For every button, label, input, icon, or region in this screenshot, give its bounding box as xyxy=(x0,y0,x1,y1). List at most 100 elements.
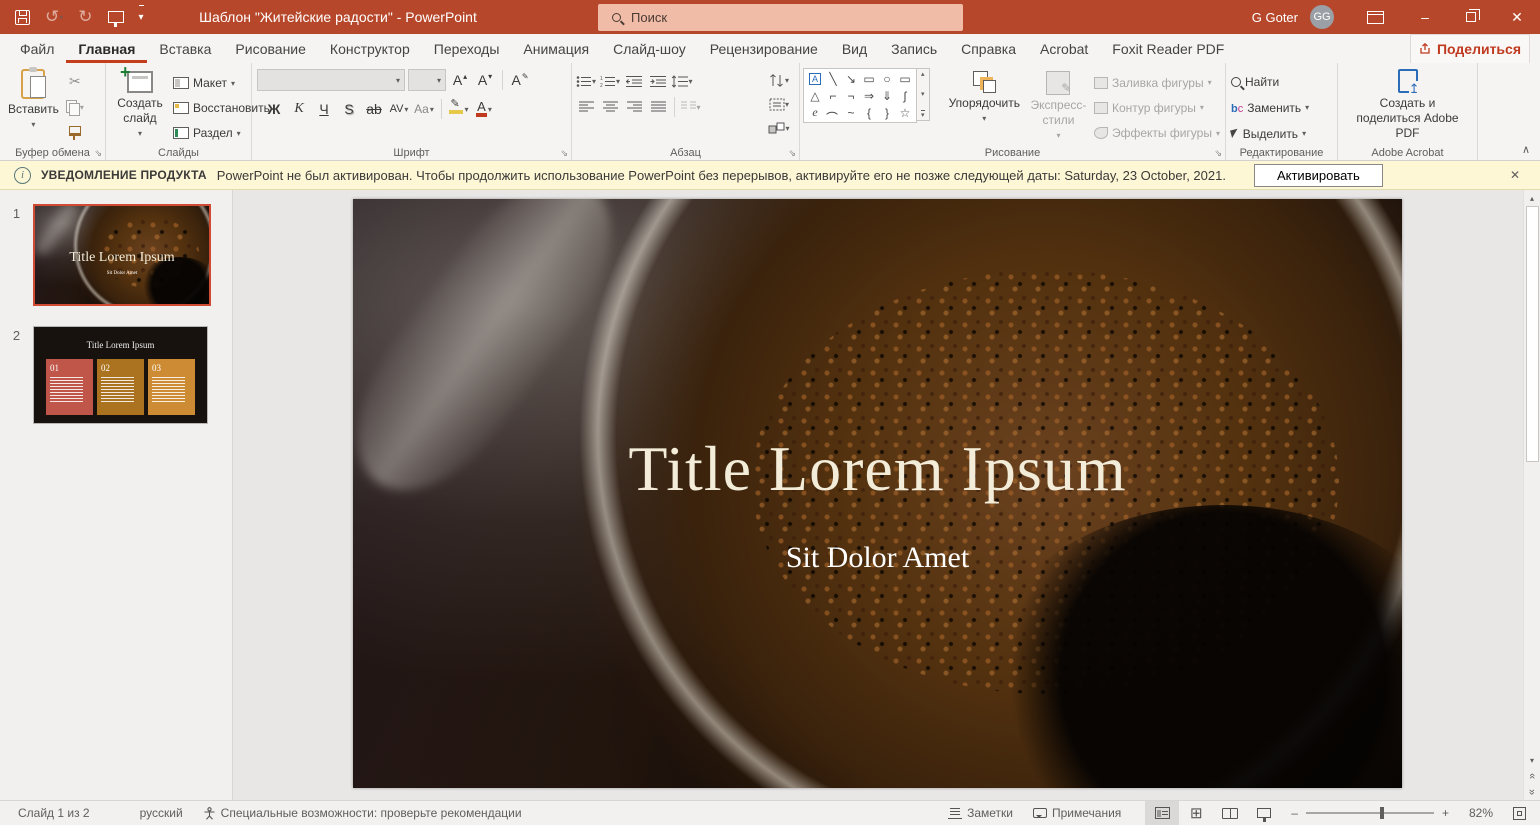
create-share-pdf-button[interactable]: Создать и поделиться Adobe PDF xyxy=(1343,66,1473,144)
quick-styles-button[interactable]: Экспресс-стили ▾ xyxy=(1025,66,1092,144)
slideshow-view-button[interactable] xyxy=(1247,801,1281,825)
minimize-button[interactable]: – xyxy=(1402,0,1448,34)
shrink-font-button[interactable]: A ▾ xyxy=(474,69,496,91)
account-name[interactable]: G Goter xyxy=(1252,10,1298,25)
shape-line[interactable]: ╲ xyxy=(824,70,842,87)
vertical-scrollbar[interactable]: ▴ ▾ « « xyxy=(1523,190,1540,800)
avatar[interactable]: GG xyxy=(1310,5,1334,29)
shape-brace-right[interactable]: } xyxy=(878,104,896,121)
scroll-up-icon[interactable]: ▴ xyxy=(1524,190,1540,206)
zoom-out-button[interactable]: – xyxy=(1281,801,1298,825)
start-slideshow-button[interactable] xyxy=(107,5,124,29)
slide-sorter-view-button[interactable]: ⊞ xyxy=(1179,801,1213,825)
find-button[interactable]: Найти xyxy=(1229,71,1311,92)
search-box[interactable]: Поиск xyxy=(598,4,963,31)
align-left-button[interactable] xyxy=(575,97,597,117)
caret-up-icon[interactable]: ▴ xyxy=(921,70,925,78)
language-indicator[interactable]: русский xyxy=(130,801,193,825)
shape-outline-button[interactable]: Контур фигуры ▾ xyxy=(1092,97,1222,118)
strikethrough-button[interactable]: ab xyxy=(363,98,385,120)
font-name-combobox[interactable]: ▾ xyxy=(257,69,405,91)
tab-foxit[interactable]: Foxit Reader PDF xyxy=(1100,34,1236,63)
scrollbar-thumb[interactable] xyxy=(1525,206,1539,462)
justify-button[interactable] xyxy=(647,97,669,117)
shape-freeform[interactable]: ʃ xyxy=(896,87,914,104)
slide-subtitle[interactable]: Sit Dolor Amet xyxy=(353,541,1402,575)
close-notice-icon[interactable]: ✕ xyxy=(1510,168,1526,182)
align-right-button[interactable] xyxy=(623,97,645,117)
tab-draw[interactable]: Рисование xyxy=(223,34,318,63)
drawing-dialog-launcher[interactable]: ⇘ xyxy=(1214,148,1222,159)
grow-font-button[interactable]: A ▴ xyxy=(449,69,471,91)
notes-button[interactable]: Заметки xyxy=(938,801,1023,825)
previous-slide-button[interactable]: « xyxy=(1524,768,1540,784)
font-color-button[interactable]: A ▾ xyxy=(473,98,495,120)
tab-slideshow[interactable]: Слайд-шоу xyxy=(601,34,698,63)
shapes-gallery[interactable]: A ╲ ↘ ▭ ○ ▭ △ ⌐ ¬ ⇒ ⇓ ʃ e ( ~ { } ☆ xyxy=(803,68,917,123)
clear-formatting-button[interactable]: A ✎ xyxy=(509,69,531,91)
zoom-slider-thumb[interactable] xyxy=(1380,807,1385,819)
fit-to-window-button[interactable] xyxy=(1503,801,1540,825)
format-painter-button[interactable] xyxy=(64,122,86,144)
redo-button[interactable]: ↻ xyxy=(78,5,92,29)
slide-1-thumbnail[interactable]: Title Lorem Ipsum Sit Dolor Amet xyxy=(33,204,211,306)
replace-button[interactable]: bc Заменить ▾ xyxy=(1229,97,1311,118)
shape-elbow-arrow[interactable]: ¬ xyxy=(842,87,860,104)
cut-button[interactable]: ✂ xyxy=(64,70,86,92)
ribbon-display-options-button[interactable] xyxy=(1356,0,1402,34)
shape-triangle[interactable]: △ xyxy=(806,87,824,104)
zoom-level[interactable]: 82% xyxy=(1459,801,1503,825)
tab-design[interactable]: Конструктор xyxy=(318,34,422,63)
zoom-in-button[interactable]: + xyxy=(1442,801,1459,825)
tab-review[interactable]: Рецензирование xyxy=(698,34,830,63)
reading-view-button[interactable] xyxy=(1213,801,1247,825)
tab-record[interactable]: Запись xyxy=(879,34,949,63)
tab-home[interactable]: Главная xyxy=(66,34,147,63)
shape-arrow-right[interactable]: ⇒ xyxy=(860,87,878,104)
new-slide-button[interactable]: Создать слайд ▾ xyxy=(109,61,171,144)
shape-elbow-connector[interactable]: ⌐ xyxy=(824,87,842,104)
text-shadow-button[interactable]: S xyxy=(338,98,360,120)
shape-text-box[interactable]: A xyxy=(809,72,821,85)
shape-rounded-rectangle[interactable]: ▭ xyxy=(896,70,914,87)
tab-file[interactable]: Файл xyxy=(8,34,66,63)
font-dialog-launcher[interactable]: ⇘ xyxy=(560,148,568,159)
tab-insert[interactable]: Вставка xyxy=(147,34,223,63)
shape-star[interactable]: ☆ xyxy=(896,104,914,121)
change-case-button[interactable]: Aa ▾ xyxy=(413,98,435,120)
increase-indent-button[interactable] xyxy=(647,71,669,91)
shapes-gallery-scrollbar[interactable]: ▴ ▾ ▾ xyxy=(917,68,930,121)
shape-line-arrow[interactable]: ↘ xyxy=(842,70,860,87)
numbering-button[interactable]: 1 2 ▾ xyxy=(599,71,621,91)
tab-acrobat[interactable]: Acrobat xyxy=(1028,34,1100,63)
customize-qat-button[interactable]: ▾ xyxy=(138,5,144,29)
shape-arrow-down[interactable]: ⇓ xyxy=(878,87,896,104)
collapse-ribbon-button[interactable]: ∧ xyxy=(1522,143,1530,156)
decrease-indent-button[interactable] xyxy=(623,71,645,91)
activate-button[interactable]: Активировать xyxy=(1253,163,1383,187)
shape-rectangle[interactable]: ▭ xyxy=(860,70,878,87)
tab-view[interactable]: Вид xyxy=(830,34,879,63)
align-text-button[interactable]: ▾ xyxy=(768,94,790,114)
tab-animations[interactable]: Анимация xyxy=(511,34,601,63)
restore-button[interactable] xyxy=(1448,0,1494,34)
copy-button[interactable]: ▾ xyxy=(64,96,86,118)
shape-curve[interactable]: ~ xyxy=(842,104,860,121)
comments-button[interactable]: Примечания xyxy=(1023,801,1131,825)
normal-view-button[interactable] xyxy=(1145,801,1180,825)
shape-fill-button[interactable]: Заливка фигуры ▾ xyxy=(1092,72,1222,93)
save-button[interactable] xyxy=(15,5,30,29)
bold-button[interactable]: Ж xyxy=(263,98,285,120)
shape-arc[interactable]: ( xyxy=(824,104,842,121)
close-button[interactable]: ✕ xyxy=(1494,0,1540,34)
zoom-slider[interactable] xyxy=(1305,807,1434,819)
slide-2-thumbnail[interactable]: Title Lorem Ipsum 01 02 03 xyxy=(33,326,208,424)
clipboard-dialog-launcher[interactable]: ⇘ xyxy=(94,148,102,159)
paragraph-dialog-launcher[interactable]: ⇘ xyxy=(788,148,796,159)
gallery-more-icon[interactable]: ▾ xyxy=(921,110,925,119)
character-spacing-button[interactable]: AV ▾ xyxy=(388,98,410,120)
slide-title[interactable]: Title Lorem Ipsum xyxy=(353,432,1402,506)
convert-smartart-button[interactable]: ▾ xyxy=(768,118,790,138)
line-spacing-button[interactable]: ▾ xyxy=(671,71,693,91)
underline-button[interactable]: Ч xyxy=(313,98,335,120)
